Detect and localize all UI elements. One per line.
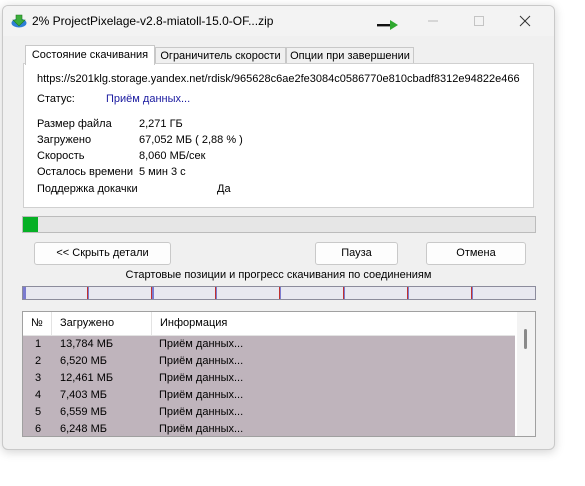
row-downloaded: 6,248 МБ [60,423,107,435]
column-header-info[interactable]: Информация [152,312,515,335]
overall-progress-bar [22,216,536,233]
connection-start-tick [343,287,344,299]
connections-list[interactable]: № Загружено Информация 1 13,784 МБ Приём д… [22,311,536,437]
minimize-icon [428,20,438,22]
row-downloaded: 13,784 МБ [60,338,114,350]
row-number: 1 [35,338,42,350]
hide-details-button[interactable]: << Скрыть детали [34,242,171,265]
title-bar[interactable]: 2% ProjectPixelage-v2.8-miatoll-15.0-OF.… [3,6,554,36]
list-item[interactable]: 6 6,248 МБ Приём данных... [23,421,515,436]
connections-progress-bar [22,286,536,300]
row-number: 2 [35,355,42,367]
row-info: Приём данных... [159,372,244,384]
row-downloaded: 6,520 МБ [60,355,107,367]
row-downloaded: 12,461 МБ [60,372,114,384]
list-header: № Загружено Информация [23,312,515,336]
minimize-button[interactable] [410,6,456,36]
list-item[interactable]: 4 7,403 МБ Приём данных... [23,387,515,404]
resume-support-value: Да [217,183,231,195]
list-item[interactable]: 2 6,520 МБ Приём данных... [23,353,515,370]
window-title: 2% ProjectPixelage-v2.8-miatoll-15.0-OF.… [32,14,274,28]
file-size-label: Размер файла [37,118,112,130]
tab-on-completion[interactable]: Опции при завершении [286,47,414,64]
status-panel: https://s201klg.storage.yandex.net/rdisk… [23,63,534,208]
row-downloaded: 6,559 МБ [60,406,107,418]
close-icon [519,15,531,27]
idm-download-icon [11,14,27,28]
row-number: 5 [35,406,42,418]
green-arrow-icon [377,20,398,30]
progress-fill [23,217,38,232]
speed-label: Скорость [37,150,85,162]
maximize-icon [474,16,484,26]
row-info: Приём данных... [159,355,244,367]
connection-start-tick [87,287,88,299]
row-number: 3 [35,372,42,384]
downloaded-value: 67,052 МБ ( 2,88 % ) [139,134,243,146]
connection-start-tick [471,287,472,299]
maximize-button[interactable] [456,6,502,36]
tab-label: Опции при завершении [290,50,410,62]
column-header-number[interactable]: № [23,312,52,335]
downloaded-label: Загружено [37,134,92,146]
connection-start-tick [279,287,280,299]
connection-start-tick [215,287,216,299]
resume-support-label: Поддержка докачки [37,183,138,195]
tab-download-status[interactable]: Состояние скачивания [25,45,155,65]
close-button[interactable] [502,6,548,36]
tab-speed-limiter[interactable]: Ограничитель скорости [155,47,286,64]
download-window: 2% ProjectPixelage-v2.8-miatoll-15.0-OF.… [2,5,555,450]
connections-caption: Стартовые позиции и прогресс скачивания … [125,269,432,281]
list-item[interactable]: 3 12,461 МБ Приём данных... [23,370,515,387]
connection-start-tick [151,287,152,299]
list-item[interactable]: 5 6,559 МБ Приём данных... [23,404,515,421]
tab-label: Состояние скачивания [31,49,149,61]
scrollbar-thumb[interactable] [524,329,527,349]
connection-progress-segment [23,287,27,299]
status-label: Статус: [37,93,75,105]
row-number: 6 [35,423,42,435]
row-info: Приём данных... [159,406,244,418]
row-info: Приём данных... [159,423,244,435]
vertical-scrollbar[interactable] [517,312,535,436]
row-number: 4 [35,389,42,401]
row-downloaded: 7,403 МБ [60,389,107,401]
time-left-value: 5 мин 3 с [139,166,186,178]
file-size-value: 2,271 ГБ [139,118,183,130]
list-item[interactable]: 1 13,784 МБ Приём данных... [23,336,515,353]
pause-button[interactable]: Пауза [315,242,398,265]
row-info: Приём данных... [159,389,244,401]
download-url: https://s201klg.storage.yandex.net/rdisk… [37,73,520,85]
row-info: Приём данных... [159,338,244,350]
connection-start-tick [407,287,408,299]
speed-value: 8,060 МБ/сек [139,150,206,162]
tab-label: Ограничитель скорости [160,50,281,62]
status-value: Приём данных... [106,93,191,105]
cancel-button[interactable]: Отмена [426,242,526,265]
list-rows: 1 13,784 МБ Приём данных... 2 6,520 МБ Приём … [23,336,515,436]
column-header-downloaded[interactable]: Загружено [52,312,152,335]
time-left-label: Осталось времени [37,166,134,178]
